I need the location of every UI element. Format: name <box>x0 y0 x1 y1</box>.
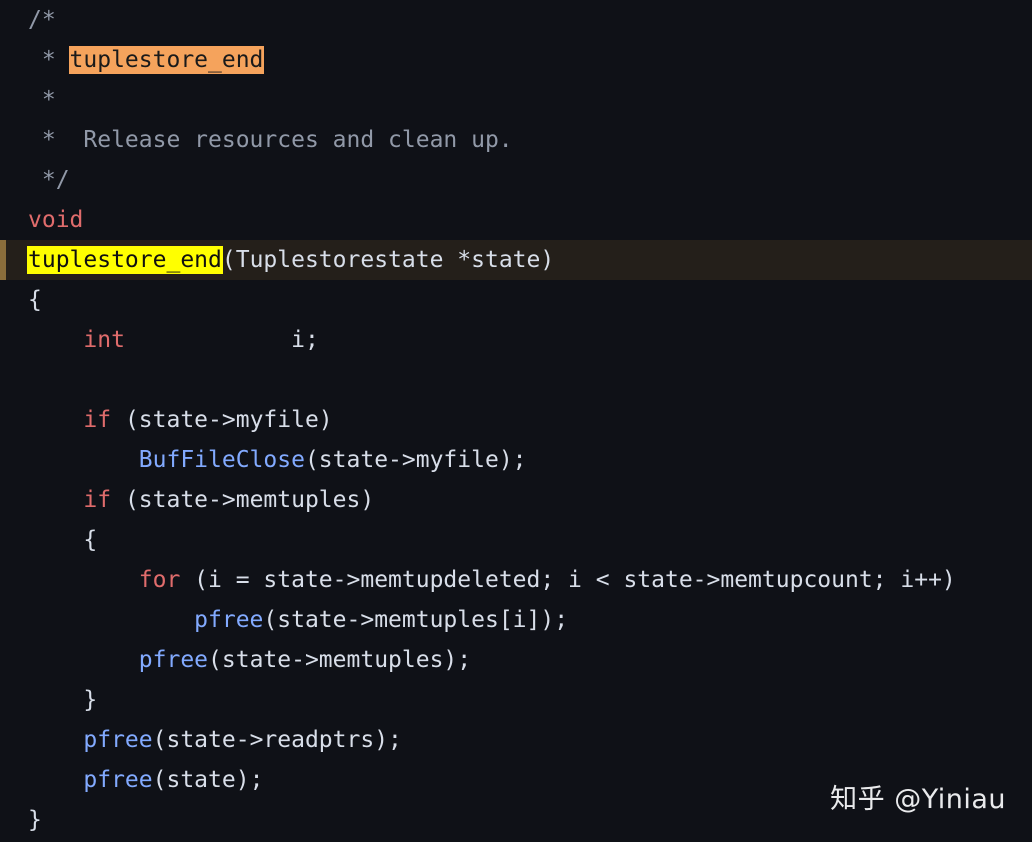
code-line[interactable]: */ <box>0 160 1032 200</box>
declaration-token: i; <box>124 327 319 353</box>
code-line[interactable]: void <box>0 200 1032 240</box>
brace-token: } <box>28 687 98 713</box>
function-call-token[interactable]: pfree <box>83 727 152 753</box>
code-line[interactable]: } <box>0 680 1032 720</box>
arguments-token: (state->myfile); <box>304 447 527 473</box>
code-line-active[interactable]: tuplestore_end(Tuplestorestate *state) <box>0 240 1032 280</box>
code-line[interactable]: pfree(state->readptrs); <box>0 720 1032 760</box>
keyword-token: if <box>83 487 112 513</box>
indent-token <box>28 487 83 513</box>
code-line[interactable]: pfree(state->memtuples); <box>0 640 1032 680</box>
code-line-blank[interactable] <box>0 360 1032 400</box>
condition-token: (state->memtuples) <box>111 487 375 513</box>
symbol-highlight-yellow[interactable]: tuplestore_end <box>28 247 222 273</box>
arguments-token: (state->memtuples); <box>208 647 472 673</box>
function-call-token[interactable]: pfree <box>83 767 152 793</box>
indent-token <box>28 727 83 753</box>
indent-token <box>28 647 139 673</box>
code-line[interactable]: { <box>0 520 1032 560</box>
comment-token: * Release resources and clean up. <box>28 127 513 153</box>
indent-token <box>28 767 83 793</box>
brace-token: { <box>28 287 42 313</box>
code-editor-viewport: /* * tuplestore_end * * Release resource… <box>0 0 1032 842</box>
keyword-token: void <box>28 207 84 233</box>
code-line[interactable]: BufFileClose(state->myfile); <box>0 440 1032 480</box>
code-line[interactable]: } <box>0 800 1032 840</box>
code-line[interactable]: * <box>0 80 1032 120</box>
arguments-token: (state); <box>152 767 264 793</box>
keyword-token: int <box>83 327 125 353</box>
indent-token <box>28 567 139 593</box>
code-line[interactable]: /* <box>0 0 1032 40</box>
signature-token: (Tuplestorestate *state) <box>221 247 555 273</box>
indent-token <box>28 327 83 353</box>
code-line[interactable]: if (state->memtuples) <box>0 480 1032 520</box>
code-line[interactable]: * tuplestore_end <box>0 40 1032 80</box>
condition-token: (state->myfile) <box>111 407 333 433</box>
symbol-highlight-orange[interactable]: tuplestore_end <box>69 47 264 73</box>
function-call-token[interactable]: pfree <box>139 647 208 673</box>
brace-token: } <box>28 807 42 833</box>
indent-token <box>28 447 139 473</box>
code-line[interactable]: int i; <box>0 320 1032 360</box>
code-line[interactable]: * Release resources and clean up. <box>0 120 1032 160</box>
loop-expression-token: (i = state->memtupdeleted; i < state->me… <box>180 567 956 593</box>
comment-token: */ <box>28 167 70 193</box>
code-line[interactable]: pfree(state); <box>0 760 1032 800</box>
indent-token <box>28 607 194 633</box>
indent-token <box>28 407 83 433</box>
code-line[interactable]: pfree(state->memtuples[i]); <box>0 600 1032 640</box>
keyword-token: if <box>83 407 112 433</box>
code-line[interactable]: for (i = state->memtupdeleted; i < state… <box>0 560 1032 600</box>
comment-token: /* <box>28 7 56 33</box>
brace-token: { <box>28 527 98 553</box>
code-line[interactable]: { <box>0 280 1032 320</box>
function-call-token[interactable]: pfree <box>194 607 263 633</box>
arguments-token: (state->memtuples[i]); <box>263 607 569 633</box>
code-line[interactable]: if (state->myfile) <box>0 400 1032 440</box>
comment-token: * <box>28 47 70 73</box>
comment-token: * <box>28 87 56 113</box>
arguments-token: (state->readptrs); <box>152 727 402 753</box>
keyword-token: for <box>138 567 181 593</box>
function-call-token[interactable]: BufFileClose <box>139 447 305 473</box>
